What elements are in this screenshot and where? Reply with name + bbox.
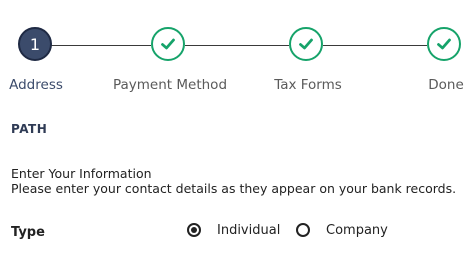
step-address-indicator[interactable]: 1 bbox=[18, 27, 52, 61]
radio-individual-label[interactable]: Individual bbox=[217, 223, 280, 238]
type-label: Type bbox=[11, 225, 45, 240]
check-icon bbox=[437, 38, 451, 50]
radio-dot bbox=[191, 227, 197, 233]
radio-company-label[interactable]: Company bbox=[326, 223, 388, 238]
step-tax-forms-indicator[interactable] bbox=[289, 27, 323, 61]
step-payment-method-indicator[interactable] bbox=[151, 27, 185, 61]
check-icon bbox=[299, 38, 313, 50]
progress-stepper: 1 Address Payment Method Tax Forms Done bbox=[0, 0, 473, 100]
step-label-tax-forms[interactable]: Tax Forms bbox=[274, 77, 342, 93]
section-title: PATH bbox=[11, 122, 48, 136]
check-icon bbox=[161, 38, 175, 50]
step-label-done[interactable]: Done bbox=[428, 77, 464, 93]
form-subheading: Please enter your contact details as the… bbox=[11, 181, 457, 196]
step-label-payment-method[interactable]: Payment Method bbox=[113, 77, 227, 93]
radio-company[interactable]: Company bbox=[296, 220, 388, 240]
radio-unselected-icon[interactable] bbox=[296, 223, 310, 237]
form-heading: Enter Your Information bbox=[11, 166, 152, 181]
step-done-indicator[interactable] bbox=[427, 27, 461, 61]
step-connector bbox=[323, 45, 427, 46]
radio-individual[interactable]: Individual bbox=[187, 220, 280, 240]
step-connector bbox=[185, 45, 289, 46]
step-number: 1 bbox=[29, 34, 41, 54]
step-label-address[interactable]: Address bbox=[9, 77, 63, 93]
step-connector bbox=[51, 45, 151, 46]
radio-selected-icon[interactable] bbox=[187, 223, 201, 237]
